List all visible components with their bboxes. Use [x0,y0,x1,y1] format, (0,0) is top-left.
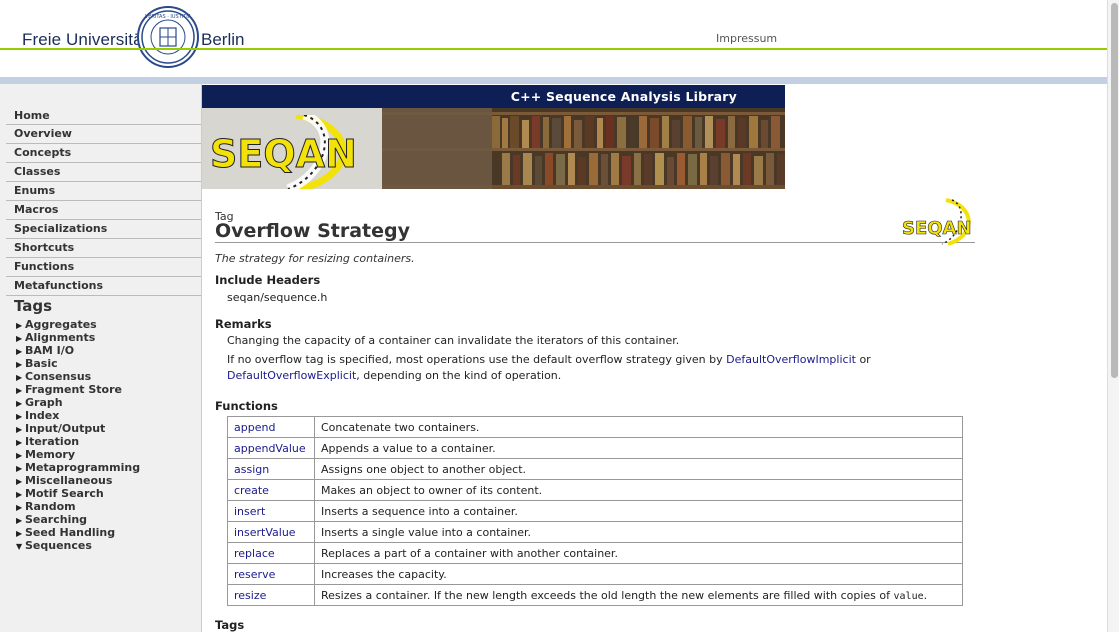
banner-title-bar: C++ Sequence Analysis Library [202,85,785,108]
function-link-assign[interactable]: assign [234,463,269,476]
sidebar-tag-list: ▶ Aggregates ▶ Alignments ▶ BAM I/O ▶ Basic … [16,318,196,552]
tag-item-graph[interactable]: ▶ Graph [16,396,196,409]
tag-item-basic[interactable]: ▶ Basic [16,357,196,370]
header-green-rule [0,48,1107,50]
function-link-create[interactable]: create [234,484,269,497]
tag-item-metaprogramming[interactable]: ▶ Metaprogramming [16,461,196,474]
seqan-banner: C++ Sequence Analysis Library SEQAN [202,85,785,189]
function-description: Appends a value to a container. [314,437,963,459]
tag-item-index[interactable]: ▶ Index [16,409,196,422]
functions-table: append Concatenate two containers. appen… [227,416,963,606]
function-link-append[interactable]: append [234,421,275,434]
remark-2-line-2: DefaultOverflowExplicit, depending on th… [227,369,562,382]
include-headers-heading: Include Headers [215,273,321,287]
main-nav: Home Overview Concepts Classes Enums Mac… [6,107,201,296]
function-description: Concatenate two containers. [314,416,963,438]
function-description: Assigns one object to another object. [314,458,963,480]
tag-item-input-output[interactable]: ▶ Input/Output [16,422,196,435]
default-overflow-explicit-link[interactable]: DefaultOverflowExplicit [227,369,356,382]
tag-item-miscellaneous[interactable]: ▶ Miscellaneous [16,474,196,487]
nav-item-home[interactable]: Home [6,107,201,125]
function-link-reserve[interactable]: reserve [234,568,275,581]
nav-item-macros[interactable]: Macros [6,201,201,220]
function-description: Inserts a single value into a container. [314,521,963,543]
remark-2-line-1: If no overflow tag is specified, most op… [227,353,871,366]
function-link-insertValue[interactable]: insertValue [234,526,296,539]
content-column: C++ Sequence Analysis Library SEQAN Tag … [201,84,1107,632]
tag-item-fragment-store[interactable]: ▶ Fragment Store [16,383,196,396]
nav-item-classes[interactable]: Classes [6,163,201,182]
summary-tagline: The strategy for resizing containers. [215,252,415,265]
include-file: seqan/sequence.h [227,291,328,304]
code-value: value [893,590,924,602]
function-description: Inserts a sequence into a container. [314,500,963,522]
function-link-resize[interactable]: resize [234,589,266,602]
nav-item-functions[interactable]: Functions [6,258,201,277]
tag-item-alignments[interactable]: ▶ Alignments [16,331,196,344]
function-description: Makes an object to owner of its content. [314,479,963,501]
default-overflow-implicit-link[interactable]: DefaultOverflowImplicit [726,353,856,366]
tag-item-memory[interactable]: ▶ Memory [16,448,196,461]
tag-item-consensus[interactable]: ▶ Consensus [16,370,196,383]
nav-item-metafunctions[interactable]: Metafunctions [6,277,201,296]
nav-item-concepts[interactable]: Concepts [6,144,201,163]
collapse-triangle-icon: ▼ [16,542,23,551]
university-name-left: Freie Universität [22,30,148,49]
tag-item-bam-io[interactable]: ▶ BAM I/O [16,344,196,357]
tag-item-random[interactable]: ▶ Random [16,500,196,513]
tag-item-motif-search[interactable]: ▶ Motif Search [16,487,196,500]
remarks-heading: Remarks [215,317,272,331]
tag-item-searching[interactable]: ▶ Searching [16,513,196,526]
tag-item-sequences[interactable]: ▼ Sequences [16,539,196,552]
university-name-right: Berlin [201,30,245,49]
impressum-link[interactable]: Impressum [716,32,777,45]
table-row: insert Inserts a sequence into a contain… [227,500,963,522]
function-link-appendValue[interactable]: appendValue [234,442,306,455]
functions-heading: Functions [215,399,278,413]
table-row: insertValue Inserts a single value into … [227,521,963,543]
table-row: resize Resizes a container. If the new l… [227,584,963,606]
tags-section-heading: Tags [215,618,245,632]
nav-item-overview[interactable]: Overview [6,125,201,144]
function-description: Resizes a container. If the new length e… [314,584,963,606]
function-description: Increases the capacity. [314,563,963,585]
table-row: reserve Increases the capacity. [227,563,963,585]
small-logo-text: SEQAN [902,218,972,239]
nav-item-shortcuts[interactable]: Shortcuts [6,239,201,258]
nav-item-specializations[interactable]: Specializations [6,220,201,239]
svg-text:VERITAS · IUSTITIA: VERITAS · IUSTITIA [145,14,192,20]
university-header: Freie Universität VERITAS · IUSTITIA Ber… [0,0,1107,84]
function-description: Replaces a part of a container with anot… [314,542,963,564]
tag-item-iteration[interactable]: ▶ Iteration [16,435,196,448]
sidebar-tags-heading: Tags [14,297,53,315]
table-row: replace Replaces a part of a container w… [227,542,963,564]
function-link-insert[interactable]: insert [234,505,265,518]
table-row: create Makes an object to owner of its c… [227,479,963,501]
tag-item-seed-handling[interactable]: ▶ Seed Handling [16,526,196,539]
page-title: Overflow Strategy [215,220,411,242]
function-link-replace[interactable]: replace [234,547,275,560]
scrollbar-thumb[interactable] [1111,3,1118,378]
banner-title: C++ Sequence Analysis Library [510,89,737,104]
tag-item-aggregates[interactable]: ▶ Aggregates [16,318,196,331]
table-row: assign Assigns one object to another obj… [227,458,963,480]
seqan-small-logo: SEQAN [902,198,976,250]
nav-item-enums[interactable]: Enums [6,182,201,201]
seqan-logo-text: SEQAN [210,132,357,176]
vertical-scrollbar[interactable] [1107,0,1119,632]
remark-1: Changing the capacity of a container can… [227,334,680,347]
university-seal-icon[interactable]: VERITAS · IUSTITIA [137,6,199,68]
header-blue-band [0,77,1107,84]
table-row: appendValue Appends a value to a contain… [227,437,963,459]
title-divider [215,242,975,243]
table-row: append Concatenate two containers. [227,416,963,438]
seqan-logo[interactable]: SEQAN [208,110,388,189]
